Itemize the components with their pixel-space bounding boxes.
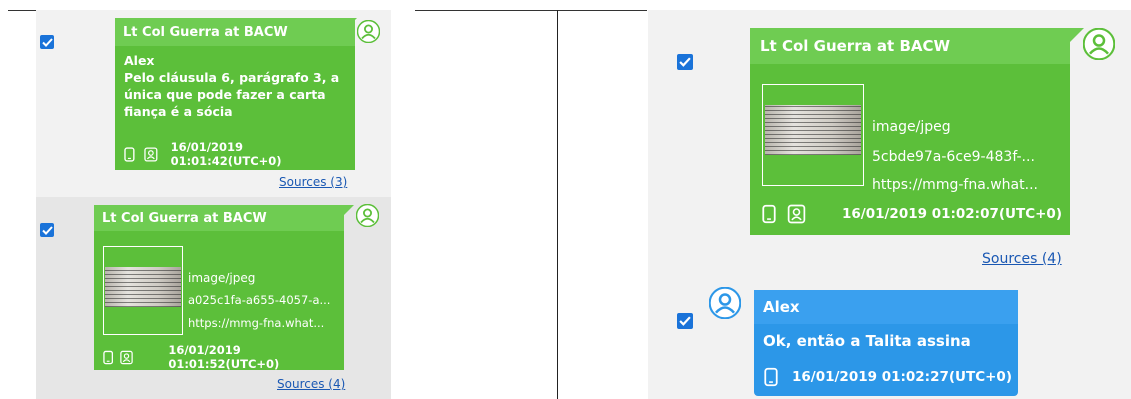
attachment-filename: 5cbde97a-6ce9-483f-...: [872, 149, 1035, 165]
message-footer: 16/01/2019 01:01:52(UTC+0): [103, 343, 344, 371]
message-header: Lt Col Guerra at BACW: [750, 28, 1070, 64]
attachment-thumbnail[interactable]: [103, 246, 183, 335]
message-text: Alex Pelo cláusula 6, parágrafo 3, a úni…: [124, 52, 339, 120]
attachment-mime: image/jpeg: [188, 271, 256, 285]
message-timestamp: 16/01/2019 01:02:07(UTC+0): [842, 206, 1062, 222]
top-divider-left: [8, 10, 38, 11]
message-line: Alex: [124, 53, 155, 68]
bubble-corner: [344, 205, 354, 215]
sender-name: Lt Col Guerra at BACW: [102, 210, 267, 226]
contact-book-icon: [787, 204, 806, 224]
checkbox-checked-icon: [679, 316, 691, 326]
contact-avatar-icon: [356, 204, 379, 227]
message-line: Pelo cláusula 6, parágrafo 3, a: [124, 70, 340, 85]
message-header: Lt Col Guerra at BACW: [115, 18, 355, 46]
message-bubble-right-1[interactable]: Lt Col Guerra at BACW image/jpeg 5cbde97…: [750, 28, 1070, 235]
select-checkbox-left-2[interactable]: [40, 223, 54, 237]
message-line: fiança é a sócia: [124, 104, 233, 119]
bubble-corner: [347, 18, 357, 28]
message-line: única que pode fazer a carta: [124, 87, 326, 102]
select-checkbox-right-1[interactable]: [677, 54, 693, 70]
vertical-divider: [557, 10, 558, 399]
message-timestamp: 16/01/2019 01:01:42(UTC+0): [170, 140, 282, 168]
phone-icon: [124, 146, 135, 162]
bubble-corner: [1070, 28, 1084, 42]
message-bubble-left-1[interactable]: Lt Col Guerra at BACW Alex Pelo cláusula…: [115, 18, 355, 170]
sources-link[interactable]: Sources (4): [277, 377, 345, 391]
sender-name: Lt Col Guerra at BACW: [760, 37, 951, 55]
attachment-filename: a025c1fa-a655-4057-a...: [188, 293, 331, 307]
message-text: Ok, então a Talita assina: [763, 332, 971, 350]
sender-name: Alex: [763, 298, 800, 316]
contact-avatar-icon: [1083, 28, 1115, 60]
checkbox-checked-icon: [41, 225, 53, 235]
message-footer: 16/01/2019 01:01:42(UTC+0): [124, 140, 355, 168]
checkbox-checked-icon: [41, 37, 53, 47]
message-timestamp: 16/01/2019 01:02:27(UTC+0): [792, 369, 1012, 385]
top-divider-mid: [415, 10, 647, 11]
phone-icon: [103, 350, 114, 364]
phone-icon: [764, 367, 778, 387]
phone-icon: [762, 204, 776, 224]
message-timestamp: 16/01/2019 01:01:52(UTC+0): [168, 343, 280, 371]
message-footer: 16/01/2019 01:02:27(UTC+0): [764, 367, 1012, 387]
contact-book-icon: [120, 350, 134, 364]
attachment-url[interactable]: https://mmg-fna.what...: [188, 316, 324, 330]
contact-avatar-icon: [709, 287, 741, 319]
message-bubble-right-2[interactable]: Alex Ok, então a Talita assina 16/01/201…: [754, 290, 1018, 396]
attachment-url[interactable]: https://mmg-fna.what...: [872, 177, 1038, 193]
attachment-thumbnail[interactable]: [762, 84, 864, 186]
contact-avatar-icon: [357, 20, 380, 43]
attachment-mime: image/jpeg: [872, 119, 951, 135]
image-preview: [765, 105, 861, 155]
select-checkbox-left-1[interactable]: [40, 35, 54, 49]
sources-link[interactable]: Sources (4): [982, 251, 1062, 267]
select-checkbox-right-2[interactable]: [677, 313, 693, 329]
message-bubble-left-2[interactable]: Lt Col Guerra at BACW image/jpeg a025c1f…: [94, 205, 344, 371]
message-footer: 16/01/2019 01:02:07(UTC+0): [762, 204, 1062, 224]
sender-name: Lt Col Guerra at BACW: [123, 24, 288, 40]
checkbox-checked-icon: [679, 57, 691, 67]
message-header: Alex: [754, 290, 1018, 324]
message-header: Lt Col Guerra at BACW: [94, 205, 344, 231]
contact-book-icon: [144, 146, 158, 162]
sources-link[interactable]: Sources (3): [279, 175, 347, 189]
image-preview: [105, 267, 181, 307]
